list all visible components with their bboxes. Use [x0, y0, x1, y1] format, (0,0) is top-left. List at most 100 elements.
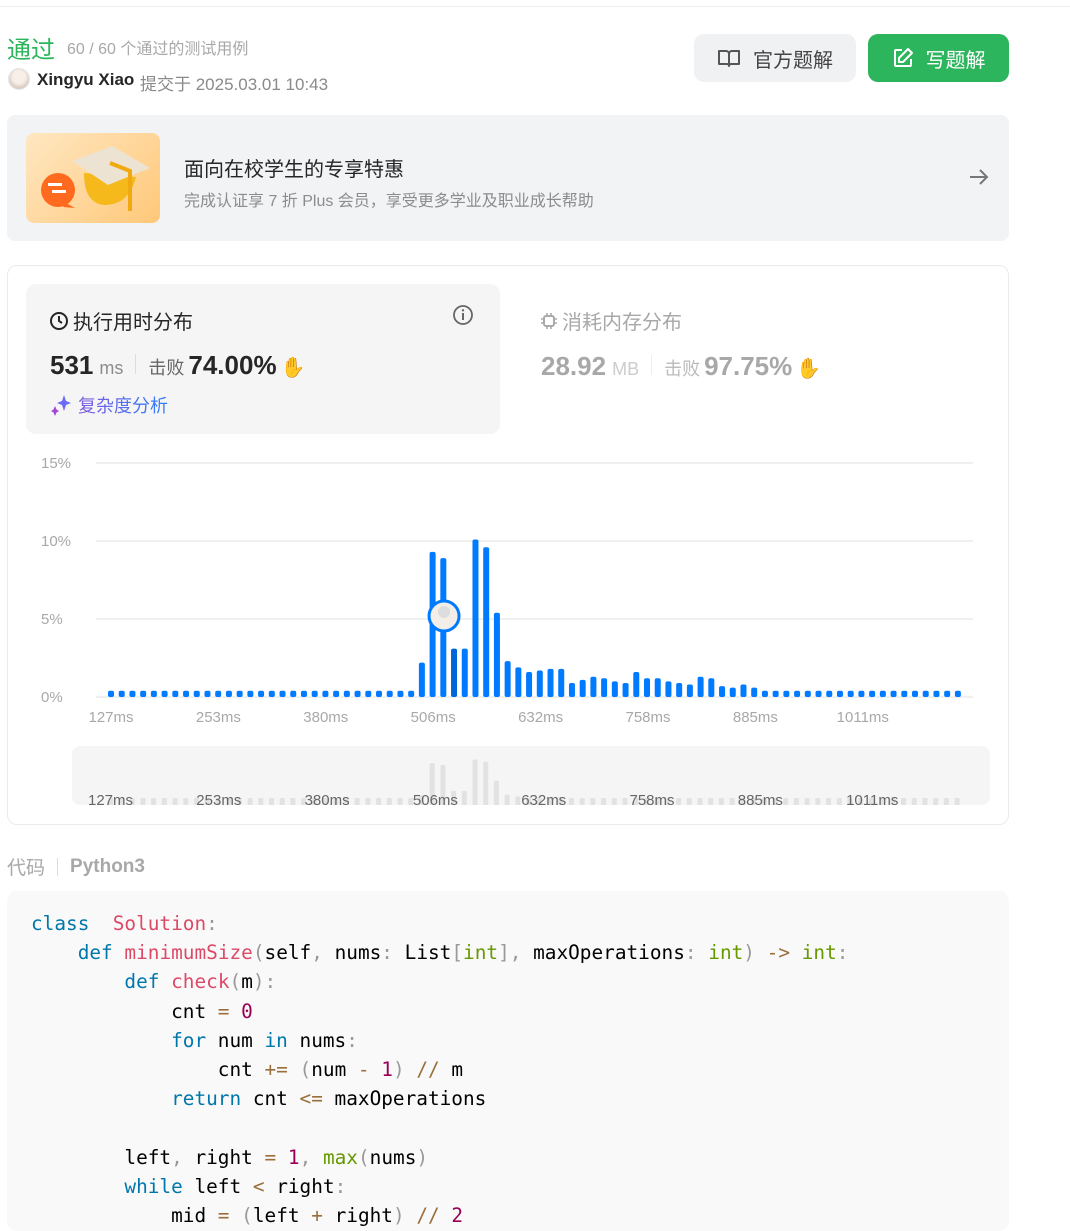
code-token: - — [357, 1058, 370, 1082]
status-label: 通过 — [7, 37, 55, 64]
histogram-bar — [376, 690, 382, 697]
complexity-analysis-label: 复杂度分析 — [78, 396, 168, 416]
minimap-tick-label: 758ms — [630, 792, 675, 809]
code-line: left, right = 1, max(nums) — [31, 1143, 985, 1172]
user-name[interactable]: Xingyu Xiao — [37, 70, 134, 90]
histogram-bar — [815, 690, 822, 697]
histogram-bar — [558, 668, 565, 697]
histogram-bar — [108, 690, 114, 697]
code-token: check — [171, 970, 230, 994]
histogram-bar — [858, 690, 865, 697]
memory-title: 消耗内存分布 — [540, 306, 682, 335]
code-token: = — [264, 1145, 277, 1169]
code-line: cnt += (num - 1) // m — [31, 1055, 985, 1084]
memory-beat: 97.75% — [704, 351, 793, 381]
minimap-bar — [354, 798, 360, 805]
y-tick-label: 5% — [41, 611, 63, 628]
histogram-bar — [451, 648, 458, 697]
minimap-bar — [676, 798, 682, 805]
x-tick-label: 758ms — [625, 709, 670, 726]
code-header: 代码 Python3 — [7, 853, 145, 880]
minimap-bar — [279, 798, 285, 805]
code-line: while left < right: — [31, 1172, 985, 1201]
histogram-bar — [954, 690, 961, 697]
runtime-card[interactable]: 执行用时分布 531 ms 击败 74.00% ✋ 复杂度分析 — [26, 284, 500, 434]
beat-label: 击败 — [664, 359, 701, 379]
histogram-bar — [333, 690, 340, 697]
code-block[interactable]: class Solution: def minimumSize(self, nu… — [7, 891, 1009, 1231]
code-token: num — [206, 1028, 265, 1052]
minimap-bar — [290, 798, 296, 805]
code-token: ( — [241, 1204, 253, 1228]
histogram-bar — [665, 681, 672, 697]
code-token: m — [439, 1058, 464, 1082]
code-token: mid — [31, 1204, 218, 1228]
minimap-bar — [783, 798, 789, 805]
info-icon[interactable] — [452, 304, 474, 326]
code-token: : — [334, 1174, 347, 1198]
code-token: in — [264, 1028, 288, 1052]
minimap-bar — [793, 798, 799, 805]
minimap-bar — [568, 798, 574, 805]
runtime-distribution-chart[interactable]: 15% 10% 5% 0% 127ms 127ms 253ms 253ms 380ms 380ms… — [0, 440, 1010, 820]
code-token: int — [801, 941, 837, 965]
book-icon — [718, 50, 740, 67]
user-avatar[interactable] — [8, 68, 30, 90]
histogram-bar — [729, 687, 736, 697]
avatar-face — [438, 606, 451, 618]
minimap-bar — [161, 798, 167, 805]
minimap-bar — [729, 798, 735, 805]
code-line: return cnt <= maxOperations — [31, 1084, 985, 1113]
code-line: def check(m): — [31, 967, 985, 996]
code-token: cnt — [31, 1058, 265, 1082]
code-token: right — [264, 1174, 335, 1198]
histogram-bar — [719, 686, 726, 697]
histogram-bar — [472, 539, 479, 697]
y-tick-label: 15% — [41, 455, 71, 472]
histogram-bar — [922, 690, 929, 697]
write-solution-button[interactable]: 写题解 — [868, 34, 1009, 82]
minimap-tick-label: 253ms — [196, 792, 241, 809]
arrow-right-icon — [970, 169, 989, 185]
minimap-bar — [622, 798, 628, 805]
histogram-bar — [118, 690, 125, 697]
memory-metric: 28.92 MB 击败 97.75% ✋ — [541, 351, 821, 382]
histogram-bar — [150, 690, 157, 697]
code-token: ( — [299, 1058, 312, 1082]
code-token: m — [241, 970, 253, 994]
minimap-bar — [708, 798, 714, 805]
official-solution-label: 官方题解 — [753, 49, 833, 72]
code-token: List — [392, 941, 452, 965]
histogram-bar — [258, 690, 265, 697]
memory-unit: MB — [612, 359, 640, 379]
runtime-title: 执行用时分布 — [49, 306, 193, 335]
minimap-bar — [493, 780, 499, 805]
minimap-bar — [954, 798, 960, 805]
minimap-bar — [697, 798, 703, 805]
code-label: 代码 — [7, 858, 46, 879]
histogram-bar — [397, 690, 404, 697]
student-promo-banner[interactable]: 面向在校学生的专享特惠 完成认证享 7 折 Plus 会员，享受更多学业及职业成… — [7, 115, 1009, 241]
code-token: , — [299, 1145, 312, 1169]
code-token: : — [684, 941, 697, 965]
code-token: maxOperations — [521, 941, 685, 965]
histogram-bar — [140, 690, 147, 697]
divider — [57, 857, 59, 876]
code-token: 0 — [241, 999, 253, 1023]
promo-subtitle: 完成认证享 7 折 Plus 会员，享受更多学业及职业成长帮助 — [184, 193, 594, 210]
minimap-bar — [804, 798, 810, 805]
histogram-bar — [761, 690, 768, 697]
minimap-tick-label: 380ms — [305, 792, 350, 809]
histogram-bar — [343, 690, 350, 697]
official-solution-button[interactable]: 官方题解 — [694, 34, 856, 82]
memory-value: 28.92 — [541, 351, 607, 381]
complexity-analysis-link[interactable]: 复杂度分析 — [50, 392, 168, 418]
code-language: Python3 — [70, 855, 145, 877]
minimap-bar — [472, 759, 478, 805]
